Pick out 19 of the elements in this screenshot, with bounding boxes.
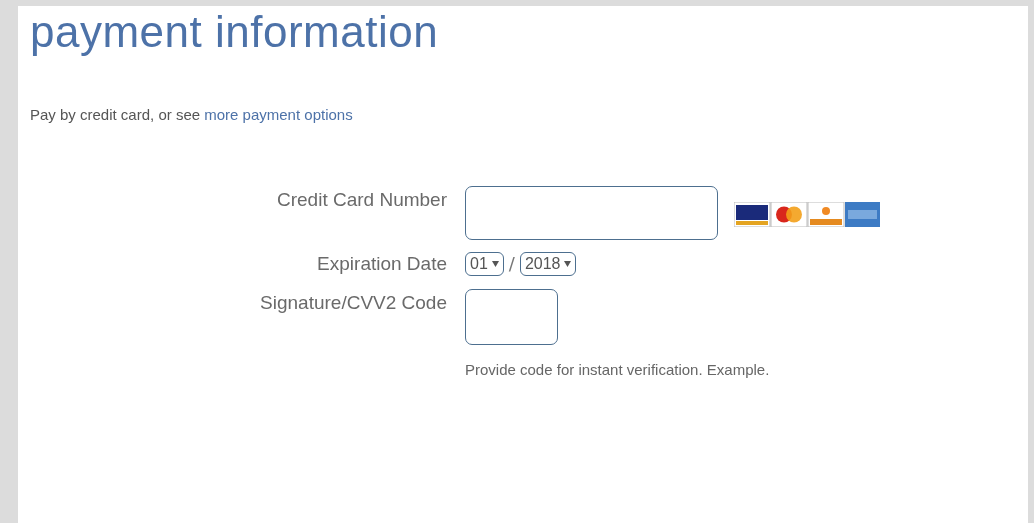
page-title: payment information	[30, 6, 440, 58]
example-link[interactable]: Example.	[706, 360, 770, 378]
cvv-field[interactable]	[465, 288, 558, 345]
caret-icon	[491, 260, 499, 267]
card-icon	[807, 202, 845, 228]
caret-icon	[564, 260, 572, 267]
intro-text: Pay by credit card, or see more payment options	[30, 104, 354, 125]
month-select[interactable]: 01	[465, 251, 504, 276]
card-icon	[845, 202, 880, 228]
date-separator: /	[508, 252, 515, 277]
card-number-field[interactable]	[465, 186, 718, 241]
field-label: Expiration Date	[317, 252, 447, 277]
payment-options-link[interactable]: more payment options	[204, 105, 353, 123]
year-select[interactable]: 2018	[519, 251, 577, 276]
help-text: Provide code for instant verification. Example.	[465, 359, 771, 380]
field-label: Signature/CVV2 Code	[260, 290, 447, 315]
circles-card-icon	[770, 202, 808, 228]
field-label: Credit Card Number	[277, 188, 447, 213]
card-icon	[734, 202, 771, 228]
